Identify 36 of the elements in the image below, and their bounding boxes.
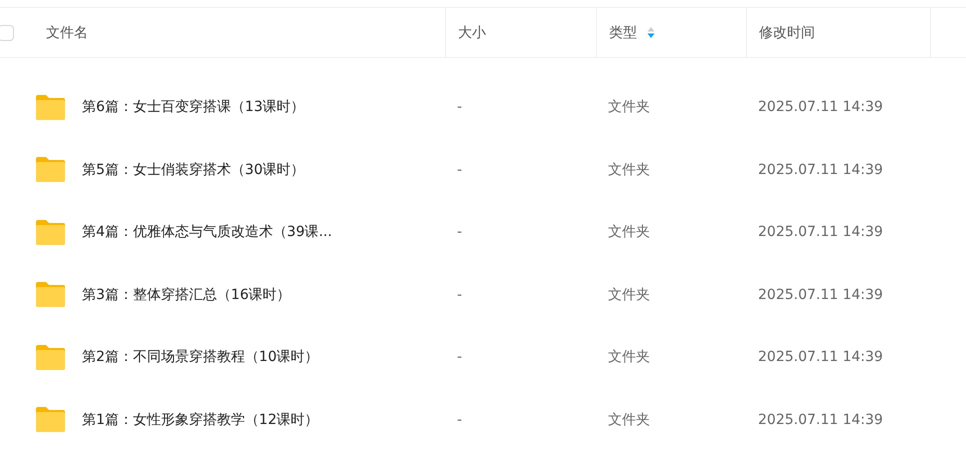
file-name[interactable]: 第5篇：女士俏装穿搭术（30课时）: [82, 160, 305, 179]
folder-icon: [35, 156, 66, 184]
modified-time: 2025.07.11 14:39: [758, 412, 883, 428]
sort-icon[interactable]: [647, 26, 655, 39]
folder-icon: [35, 406, 66, 434]
file-name[interactable]: 第3篇：整体穿搭汇总（16课时）: [82, 286, 291, 304]
file-size: -: [457, 162, 462, 178]
file-type: 文件夹: [608, 286, 650, 304]
file-type: 文件夹: [608, 348, 650, 366]
file-type: 文件夹: [608, 223, 650, 242]
file-type: 文件夹: [608, 410, 650, 429]
file-type: 文件夹: [608, 98, 650, 116]
file-size: -: [457, 286, 462, 303]
column-header[interactable]: 文件名: [46, 24, 88, 42]
modified-time: 2025.07.11 14:39: [758, 349, 883, 366]
file-name[interactable]: 第4篇：优雅体态与气质改造术（39课...: [82, 223, 332, 242]
file-type: 文件夹: [608, 160, 650, 179]
modified-time: 2025.07.11 14:39: [758, 286, 883, 303]
file-name[interactable]: 第1篇：女性形象穿搭教学（12课时）: [82, 410, 319, 429]
file-size: -: [457, 412, 462, 428]
file-size: -: [457, 349, 462, 366]
file-size: -: [457, 224, 462, 240]
modified-time: 2025.07.11 14:39: [758, 162, 883, 178]
column-header[interactable]: 类型: [609, 24, 637, 42]
folder-icon: [35, 94, 66, 121]
select-all-checkbox[interactable]: [0, 24, 14, 40]
column-header[interactable]: 修改时间: [759, 24, 815, 42]
folder-icon: [35, 281, 66, 308]
file-name[interactable]: 第2篇：不同场景穿搭教程（10课时）: [82, 348, 319, 366]
folder-icon: [35, 218, 66, 246]
column-header[interactable]: 大小: [458, 24, 486, 42]
modified-time: 2025.07.11 14:39: [758, 99, 883, 116]
file-name[interactable]: 第6篇：女士百变穿搭课（13课时）: [82, 98, 305, 116]
folder-icon: [35, 344, 66, 371]
file-size: -: [457, 99, 462, 116]
modified-time: 2025.07.11 14:39: [758, 224, 883, 240]
